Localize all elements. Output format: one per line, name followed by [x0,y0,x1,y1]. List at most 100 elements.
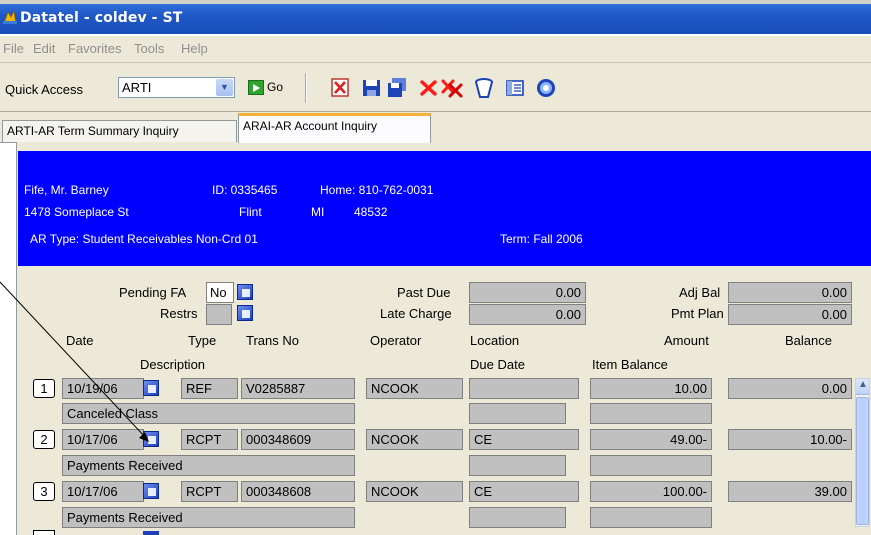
pmt-plan-field[interactable]: 0.00 [728,304,852,325]
person-home-phone: Home: 810-762-0031 [320,183,434,197]
menu-edit[interactable]: Edit [33,41,55,56]
person-zip: 48532 [354,205,388,219]
go-arrow-icon [248,80,264,95]
row-balance[interactable]: 39.00 [728,481,852,502]
trash-icon[interactable] [472,76,496,100]
person-name: Fife, Mr. Barney [24,183,109,197]
row-number-button[interactable]: 3 [33,482,55,501]
col-description: Description [140,357,206,372]
row-number-button[interactable]: 1 [33,379,55,398]
col-item-balance: Item Balance [592,357,668,372]
chevron-down-icon[interactable]: ▼ [216,79,233,96]
row-trans-no[interactable]: 000348608 [241,481,355,502]
row-location[interactable]: CE [469,429,579,450]
row-description[interactable]: Canceled Class [62,403,355,424]
row-location[interactable] [469,378,579,399]
ar-type: AR Type: Student Receivables Non-Crd 01 [30,232,258,246]
row-item-balance[interactable] [590,455,712,476]
toolbar-separator [305,73,307,103]
cancel-icon[interactable] [328,76,352,100]
detail-icon[interactable] [143,380,159,396]
term: Term: Fall 2006 [500,232,583,246]
late-charge-label: Late Charge [380,306,452,321]
col-operator: Operator [370,333,422,348]
col-balance: Balance [785,333,832,348]
go-button[interactable]: Go [248,78,288,98]
person-state: MI [311,205,325,219]
detail-icon[interactable] [237,284,253,300]
pending-fa-field[interactable]: No [206,282,234,303]
row-description[interactable]: Payments Received [62,455,355,476]
row-due-date[interactable] [469,507,566,528]
detail-icon[interactable] [143,431,159,447]
scroll-up-icon[interactable]: ▲ [856,379,869,395]
row-type[interactable]: RCPT [181,481,238,502]
col-type: Type [188,333,217,348]
row-location[interactable]: CE [469,481,579,502]
row-amount[interactable]: 10.00 [590,378,712,399]
help-icon[interactable] [534,76,558,100]
quick-access-value[interactable]: ARTI [122,80,151,95]
list-icon[interactable] [503,76,527,100]
row-amount[interactable]: 100.00- [590,481,712,502]
tab-arti[interactable]: ARTI-AR Term Summary Inquiry [2,120,237,142]
row-operator[interactable]: NCOOK [366,378,463,399]
col-date: Date [66,333,94,348]
row-due-date[interactable] [469,403,566,424]
delete-icon[interactable] [417,76,441,100]
row-date[interactable]: 10/19/06 [62,378,144,399]
row-trans-no[interactable]: V0285887 [241,378,355,399]
person-id: ID: 0335465 [212,183,278,197]
row-number-button[interactable] [33,530,55,535]
row-balance[interactable]: 10.00- [728,429,852,450]
menu-file[interactable]: File [3,41,24,56]
row-due-date[interactable] [469,455,566,476]
person-header [18,151,871,266]
adj-bal-label: Adj Bal [679,285,721,300]
go-label: Go [267,80,284,94]
vertical-scrollbar[interactable]: ▲ [855,378,870,527]
row-operator[interactable]: NCOOK [366,429,463,450]
row-item-balance[interactable] [590,507,712,528]
row-operator[interactable]: NCOOK [366,481,463,502]
col-amount: Amount [664,333,709,348]
col-trans-no: Trans No [246,333,299,348]
row-balance[interactable]: 0.00 [728,378,852,399]
row-number-button[interactable]: 2 [33,430,55,449]
detail-icon[interactable] [143,531,159,535]
row-date[interactable]: 10/17/06 [62,481,144,502]
restrs-label: Restrs [160,306,198,321]
restrs-field[interactable] [206,304,232,325]
late-charge-field[interactable]: 0.00 [469,304,586,325]
past-due-field[interactable]: 0.00 [469,282,586,303]
detail-icon[interactable] [143,483,159,499]
adj-bal-field[interactable]: 0.00 [728,282,852,303]
save-all-icon[interactable] [385,76,409,100]
pmt-plan-label: Pmt Plan [671,306,724,321]
col-due-date: Due Date [470,357,525,372]
person-city: Flint [239,205,262,219]
save-icon[interactable] [360,76,384,100]
pending-fa-label: Pending FA [119,285,187,300]
quick-access-label: Quick Access [5,82,84,97]
detail-icon[interactable] [237,305,253,321]
person-address: 1478 Someplace St [24,205,129,219]
menu-tools[interactable]: Tools [134,41,164,56]
row-description[interactable]: Payments Received [62,507,355,528]
window-title: Datatel - coldev - ST [20,10,183,26]
row-trans-no[interactable]: 000348609 [241,429,355,450]
row-type[interactable]: RCPT [181,429,238,450]
delete-all-icon[interactable] [440,76,464,100]
menu-help[interactable]: Help [181,41,208,56]
menu-bar [0,36,871,63]
scroll-thumb[interactable] [856,397,869,525]
past-due-label: Past Due [397,285,451,300]
row-type[interactable]: REF [181,378,238,399]
row-amount[interactable]: 49.00- [590,429,712,450]
row-date[interactable]: 10/17/06 [62,429,144,450]
col-location: Location [470,333,520,348]
row-item-balance[interactable] [590,403,712,424]
quick-access-combo[interactable]: ARTI ▼ [118,77,235,98]
menu-favorites[interactable]: Favorites [68,41,121,56]
tab-arai[interactable]: ARAI-AR Account Inquiry [238,113,431,143]
